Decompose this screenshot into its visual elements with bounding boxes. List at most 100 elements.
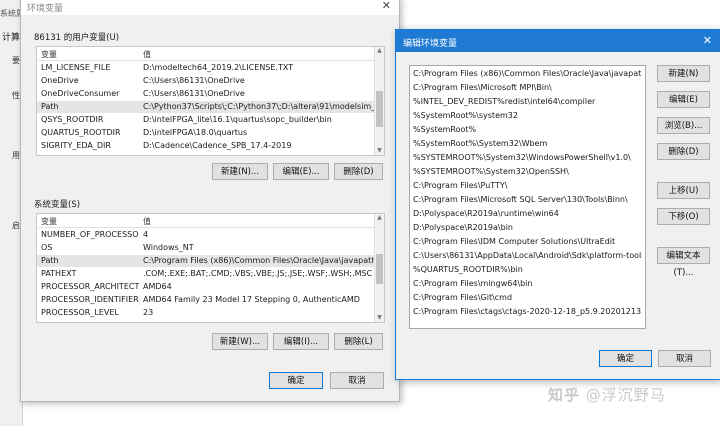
system-variable-row[interactable]: PROCESSOR_IDENTIFIER AMD64 Family 23 Mod… (37, 294, 375, 306)
user-variable-row[interactable]: SIGRITY_EDA_DIR D:\Cadence\Cadence_SPB_1… (37, 140, 375, 152)
scroll-down-icon[interactable]: ▼ (375, 314, 384, 322)
edit-dialog-title: 编辑环境变量 (403, 39, 458, 49)
path-move-up-button[interactable]: 上移(U) (657, 182, 710, 199)
scroll-down-icon[interactable]: ▼ (375, 147, 384, 155)
variable-value: C:\Python37\Scripts\;C:\Python37\;D:\alt… (143, 102, 375, 111)
env-ok-button[interactable]: 确定 (269, 372, 323, 389)
variable-name: QUARTUS_ROOTDIR (41, 128, 121, 137)
variable-name: OS (41, 243, 53, 252)
system-variable-row[interactable]: OS Windows_NT (37, 242, 375, 254)
path-entries-list[interactable]: C:\Program Files (x86)\Common Files\Orac… (409, 65, 646, 329)
path-edit-button[interactable]: 编辑(E) (657, 91, 710, 108)
system-variables-list[interactable]: 变量 值 NUMBER_OF_PROCESSORS 4 OS Windows_N… (36, 213, 385, 323)
close-icon[interactable]: ✕ (703, 34, 712, 47)
path-entry[interactable]: C:\Users\86131\AppData\Local\Android\Sdk… (413, 250, 642, 262)
column-header-value[interactable]: 值 (143, 49, 151, 60)
variable-value: 4 (143, 230, 149, 239)
close-icon[interactable]: ✕ (382, 0, 391, 12)
scrollbar-thumb[interactable] (376, 254, 383, 284)
user-variable-row[interactable]: QSYS_ROOTDIR D:\intelFPGA_lite\16.1\quar… (37, 114, 375, 126)
path-entry[interactable]: %SystemRoot% (413, 124, 642, 136)
system-variables-header: 变量 值 (37, 214, 375, 228)
system-variable-row-selected[interactable]: Path C:\Program Files (x86)\Common Files… (37, 255, 375, 267)
variable-name: Path (41, 102, 59, 111)
user-variables-label: 86131 的用户变量(U) (34, 33, 120, 43)
user-list-scrollbar[interactable]: ▲ ▼ (374, 47, 384, 155)
path-entry[interactable]: C:\Program Files\PuTTY\ (413, 180, 642, 192)
system-variable-row[interactable]: NUMBER_OF_PROCESSORS 4 (37, 229, 375, 241)
column-header-variable[interactable]: 变量 (41, 216, 57, 227)
path-browse-button[interactable]: 浏览(B)... (657, 117, 710, 134)
watermark-author: @浮沉野马 (585, 386, 666, 404)
env-dialog-titlebar: 环境变量 ✕ (21, 0, 399, 15)
variable-value: D:\intelFPGA_lite\16.1\quartus\sopc_buil… (143, 115, 332, 124)
user-variables-list[interactable]: 变量 值 LM_LICENSE_FILE D:\modeltech64_2019… (36, 46, 385, 156)
env-cancel-button[interactable]: 取消 (330, 372, 384, 389)
path-entry[interactable]: %SystemRoot%\System32\Wbem (413, 138, 642, 150)
scrollbar-thumb[interactable] (376, 91, 383, 127)
variable-value: D:\modeltech64_2019.2\LICENSE.TXT (143, 63, 294, 72)
path-entry[interactable]: %SYSTEMROOT%\System32\OpenSSH\ (413, 166, 642, 178)
variable-value: AMD64 Family 23 Model 17 Stepping 0, Aut… (143, 295, 360, 304)
system-new-button[interactable]: 新建(W)... (212, 333, 268, 350)
path-delete-button[interactable]: 删除(D) (657, 143, 710, 160)
system-delete-button[interactable]: 删除(L) (334, 333, 383, 350)
variable-value: D:\intelFPGA\18.0\quartus (143, 128, 248, 137)
path-entry[interactable]: C:\Program Files\Microsoft SQL Server\13… (413, 194, 642, 206)
path-new-button[interactable]: 新建(N) (657, 65, 710, 82)
variable-value: 23 (143, 308, 154, 317)
system-variable-row[interactable]: PATHEXT .COM;.EXE;.BAT;.CMD;.VBS;.VBE;.J… (37, 268, 375, 280)
variable-value: AMD64 (143, 282, 172, 291)
variable-value: C:\Program Files (x86)\Common Files\Orac… (143, 256, 375, 265)
scroll-up-icon[interactable]: ▲ (375, 47, 384, 55)
user-variable-row[interactable]: OneDriveConsumer C:\Users\86131\OneDrive (37, 88, 375, 100)
variable-name: PROCESSOR_LEVEL (41, 308, 119, 317)
path-entry[interactable]: %INTEL_DEV_REDIST%redist\intel64\compile… (413, 96, 642, 108)
system-edit-button[interactable]: 编辑(I)... (273, 333, 329, 350)
edit-cancel-button[interactable]: 取消 (658, 350, 711, 367)
variable-value: C:\Users\86131\OneDrive (143, 89, 245, 98)
user-variable-row[interactable]: QUARTUS_ROOTDIR D:\intelFPGA\18.0\quartu… (37, 127, 375, 139)
system-list-scrollbar[interactable]: ▲ ▼ (374, 214, 384, 322)
path-entry[interactable]: C:\Program Files\IDM Computer Solutions\… (413, 236, 642, 248)
environment-variables-dialog: 环境变量 ✕ 86131 的用户变量(U) 变量 值 LM_LICENSE_FI… (20, 0, 400, 402)
column-header-variable[interactable]: 变量 (41, 49, 57, 60)
path-move-down-button[interactable]: 下移(O) (657, 208, 710, 225)
edit-environment-variable-dialog: 编辑环境变量 ✕ C:\Program Files (x86)\Common F… (395, 29, 720, 380)
variable-name: Path (41, 256, 59, 265)
path-entry[interactable]: D:\Polyspace\R2019a\bin (413, 222, 642, 234)
path-entry[interactable]: %SystemRoot%\system32 (413, 110, 642, 122)
path-entry[interactable]: C:\Program Files\Microsoft MPI\Bin\ (413, 82, 642, 94)
variable-name: NUMBER_OF_PROCESSORS (41, 230, 139, 239)
background-label-1: 要 (12, 56, 20, 65)
user-delete-button[interactable]: 删除(D) (334, 163, 383, 180)
variable-value: D:\Cadence\Cadence_SPB_17.4-2019 (143, 141, 292, 150)
user-edit-button[interactable]: 编辑(E)... (273, 163, 329, 180)
path-entry[interactable]: %SYSTEMROOT%\System32\WindowsPowerShell\… (413, 152, 642, 164)
variable-value: C:\Users\86131\OneDrive (143, 76, 245, 85)
path-entry[interactable]: %QUARTUS_ROOTDIR%\bin (413, 264, 642, 276)
user-variable-row-selected[interactable]: Path C:\Python37\Scripts\;C:\Python37\;D… (37, 101, 375, 113)
edit-ok-button[interactable]: 确定 (599, 350, 652, 367)
system-variable-row[interactable]: PROCESSOR_ARCHITECT... AMD64 (37, 281, 375, 293)
variable-value: Windows_NT (143, 243, 194, 252)
path-entry[interactable]: C:\Program Files\mingw64\bin (413, 278, 642, 290)
variable-value: .COM;.EXE;.BAT;.CMD;.VBS;.VBE;.JS;.JSE;.… (143, 269, 373, 278)
path-entry[interactable]: C:\Program Files\Git\cmd (413, 292, 642, 304)
user-variable-row[interactable]: LM_LICENSE_FILE D:\modeltech64_2019.2\LI… (37, 62, 375, 74)
variable-name: LM_LICENSE_FILE (41, 63, 111, 72)
scroll-up-icon[interactable]: ▲ (375, 214, 384, 222)
user-variable-row[interactable]: OneDrive C:\Users\86131\OneDrive (37, 75, 375, 87)
background-window-tab[interactable]: 计算 (2, 30, 20, 43)
path-entry[interactable]: C:\Program Files\ctags\ctags-2020-12-18_… (413, 306, 642, 318)
system-variable-row[interactable]: PROCESSOR_LEVEL 23 (37, 307, 375, 319)
path-entry[interactable]: C:\Program Files (x86)\Common Files\Orac… (413, 68, 642, 80)
user-new-button[interactable]: 新建(N)... (212, 163, 268, 180)
path-edit-text-button[interactable]: 编辑文本(T)... (657, 247, 710, 278)
watermark: 知乎 @浮沉野马 (548, 384, 666, 405)
variable-name: OneDriveConsumer (41, 89, 120, 98)
column-header-value[interactable]: 值 (143, 216, 151, 227)
path-entry[interactable]: D:\Polyspace\R2019a\runtime\win64 (413, 208, 642, 220)
variable-name: SIGRITY_EDA_DIR (41, 141, 111, 150)
background-label-2: 性 (12, 91, 20, 100)
